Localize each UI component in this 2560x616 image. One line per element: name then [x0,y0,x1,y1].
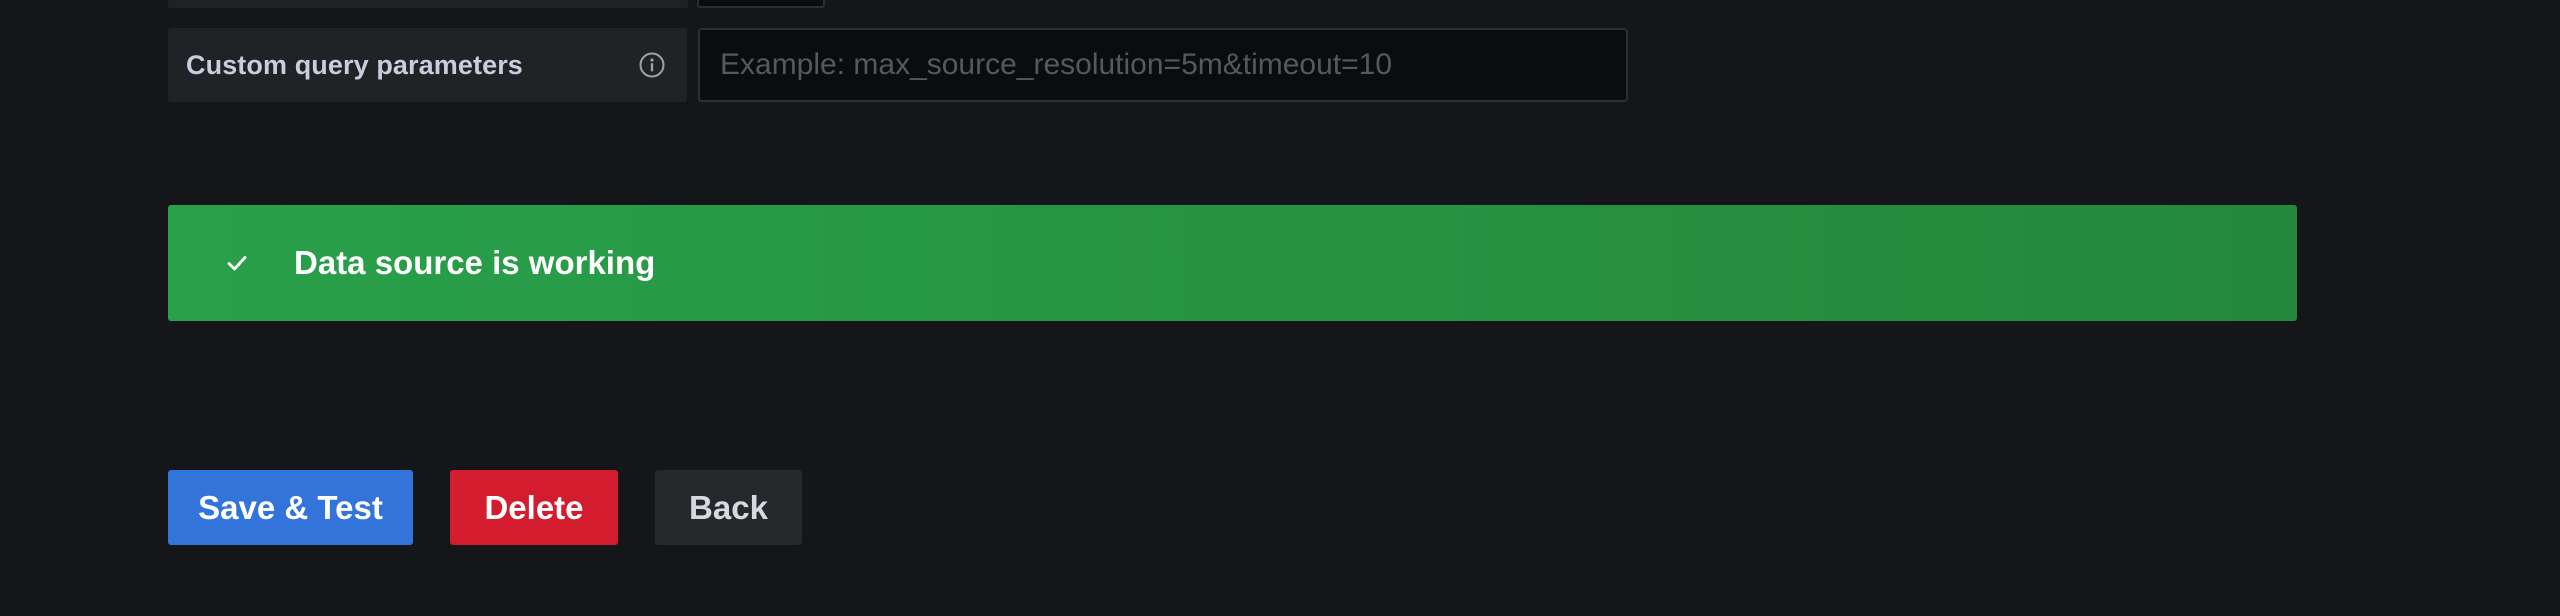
check-icon [222,248,252,278]
delete-button[interactable]: Delete [450,470,618,545]
custom-query-parameters-label-text: Custom query parameters [186,49,523,80]
datasource-status-alert: Data source is working [168,205,2297,321]
previous-field-label [168,0,688,8]
alert-message: Data source is working [294,244,656,281]
back-button[interactable]: Back [655,470,802,545]
custom-query-parameters-row: Custom query parameters [168,28,1628,102]
info-circle-icon[interactable] [637,50,667,80]
custom-query-parameters-input[interactable] [698,28,1628,102]
form-actions: Save & Test Delete Back [168,470,802,545]
previous-field-input[interactable] [697,0,825,8]
save-and-test-button[interactable]: Save & Test [168,470,413,545]
datasource-settings-page: Custom query parameters Data source is w… [0,0,2560,616]
custom-query-parameters-label: Custom query parameters [168,28,687,102]
